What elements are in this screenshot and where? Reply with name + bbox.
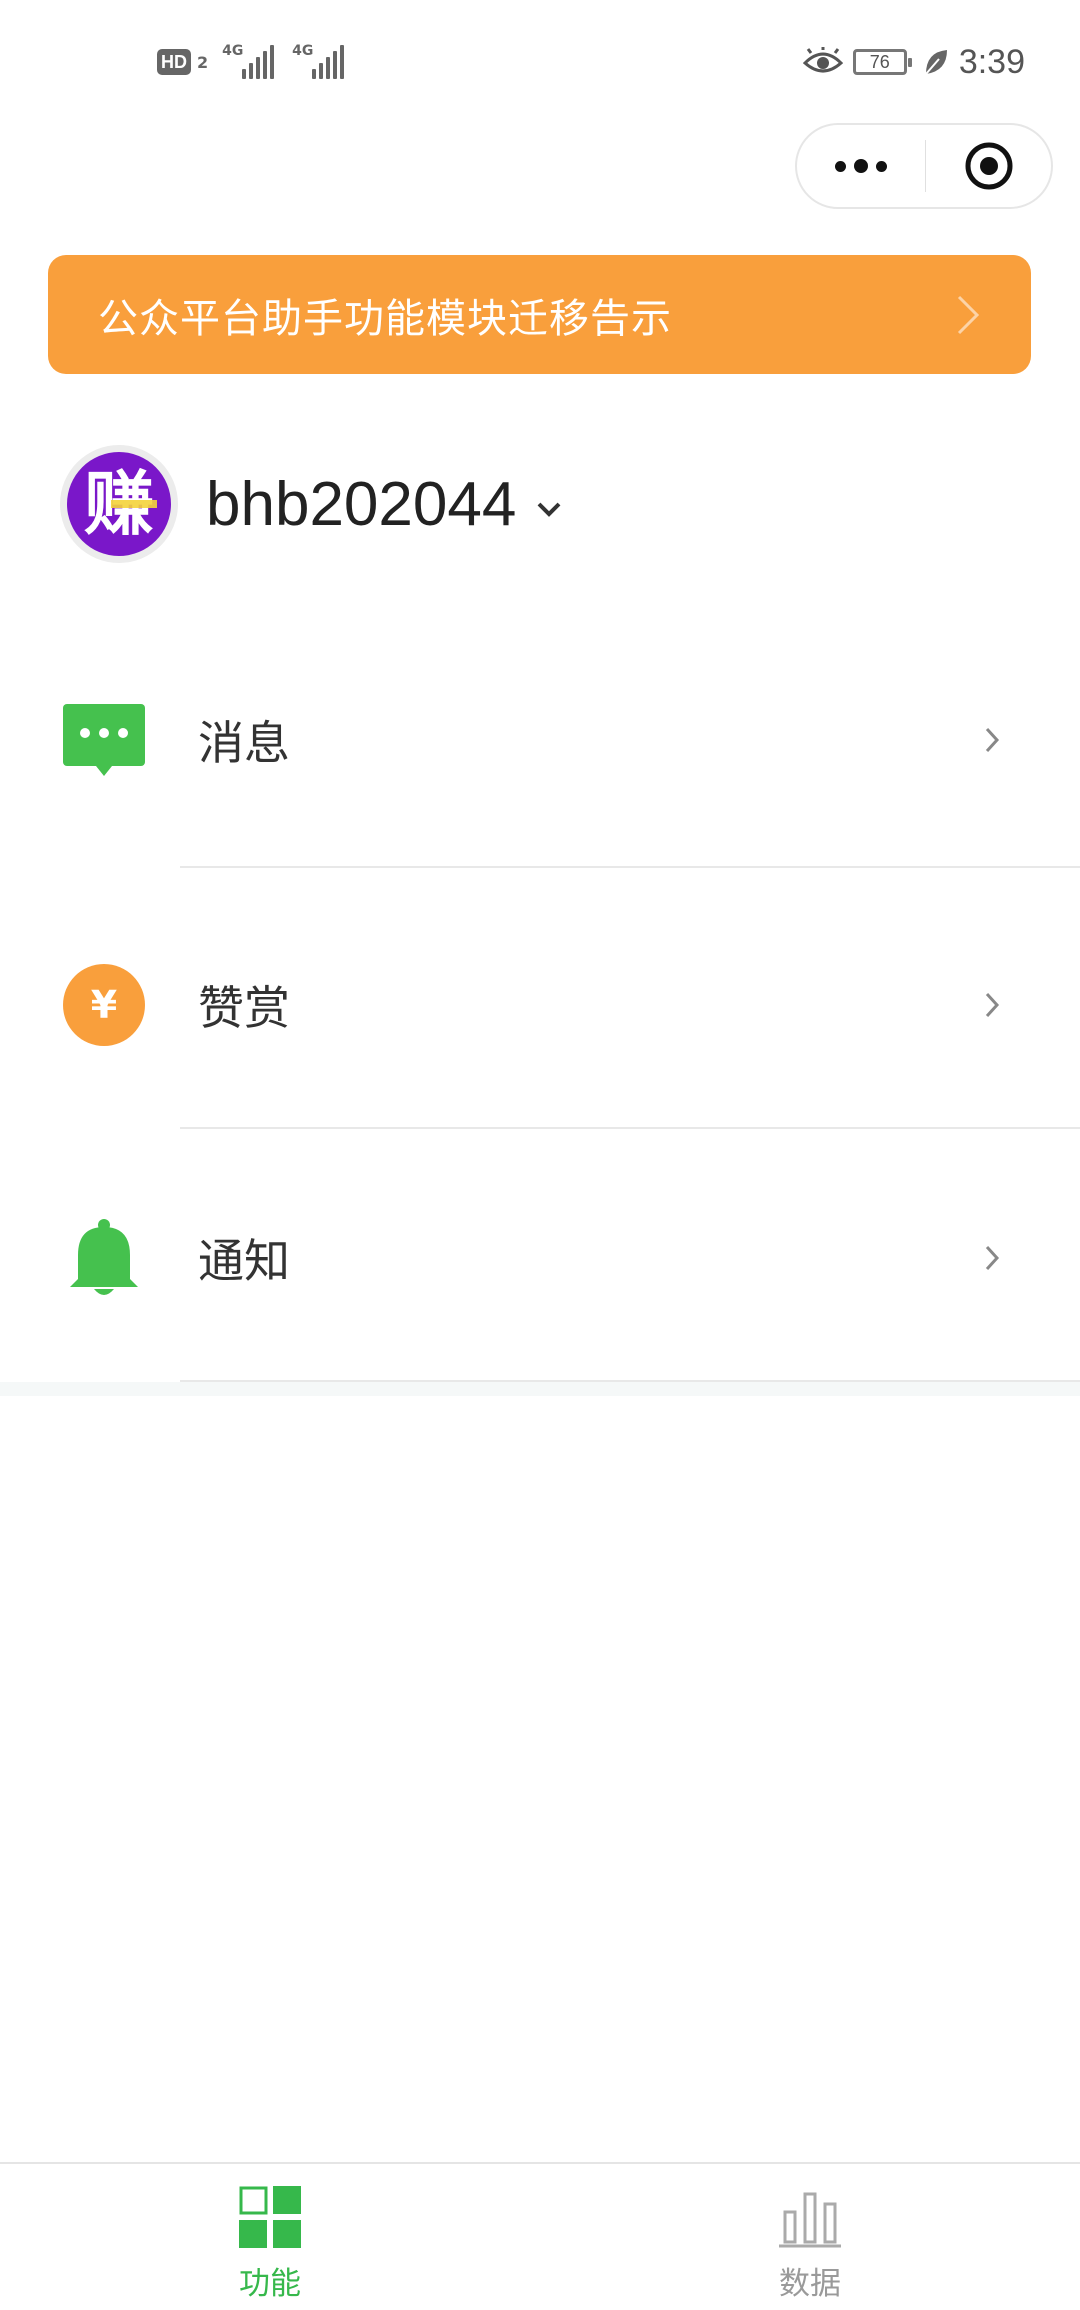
tab-data[interactable]: 数据 <box>710 2186 910 2303</box>
yen-coin-icon: ¥ <box>63 964 145 1046</box>
account-switcher[interactable]: 赚 bhb202044 <box>60 445 562 563</box>
status-left: HD 2 4G 4G <box>157 42 356 82</box>
tab-bar: 功能 数据 <box>0 2162 1080 2310</box>
menu-item-rewards[interactable]: ¥ 赞赏 <box>0 945 1080 1065</box>
section-footer <box>0 1382 1080 1396</box>
status-right: 76 3:39 <box>802 38 1025 86</box>
tab-functions[interactable]: 功能 <box>170 2186 370 2303</box>
signal-icon-2: 4G <box>292 43 345 79</box>
tab-label-data: 数据 <box>779 2266 841 2302</box>
svg-text:¥: ¥ <box>91 983 117 1027</box>
clock: 3:39 <box>958 42 1025 81</box>
chevron-right-icon <box>985 727 1000 753</box>
signal-icon: 4G <box>222 43 275 79</box>
menu-label-rewards: 赞赏 <box>198 981 290 1035</box>
avatar-image: 赚 <box>67 452 171 556</box>
chevron-down-icon <box>537 502 561 517</box>
divider <box>180 1127 1080 1129</box>
menu-label-notifications: 通知 <box>198 1234 290 1288</box>
account-name: bhb202044 <box>206 469 517 539</box>
bell-icon <box>63 1217 145 1299</box>
target-circle-icon[interactable] <box>926 125 1051 207</box>
avatar: 赚 <box>60 445 178 563</box>
menu-label-messages: 消息 <box>198 716 290 770</box>
network-type-2: 4G <box>292 43 314 59</box>
tab-label-functions: 功能 <box>239 2266 301 2302</box>
notice-text: 公众平台助手功能模块迁移告示 <box>98 295 672 342</box>
battery-level: 76 <box>869 51 890 72</box>
bar-chart-icon <box>779 2192 841 2248</box>
chevron-right-icon <box>985 992 1000 1018</box>
message-icon <box>63 699 145 781</box>
menu-item-messages[interactable]: 消息 <box>0 680 1080 800</box>
sim-number: 2 <box>197 52 209 72</box>
eye-icon <box>802 47 843 73</box>
hd-badge: HD <box>157 49 191 75</box>
notice-banner[interactable]: 公众平台助手功能模块迁移告示 <box>48 255 1031 374</box>
battery-icon: 76 <box>852 49 912 75</box>
menu-item-notifications[interactable]: 通知 <box>0 1198 1080 1318</box>
network-type-1: 4G <box>222 43 244 59</box>
leaf-icon <box>925 50 947 75</box>
capsule-menu <box>795 123 1053 209</box>
divider <box>180 866 1080 868</box>
more-dots-icon[interactable] <box>797 125 925 207</box>
chevron-right-icon <box>985 1245 1000 1271</box>
status-bar: HD 2 4G 4G 76 3:39 <box>0 0 1080 120</box>
grid-icon <box>239 2186 301 2248</box>
chevron-right-icon <box>957 295 980 335</box>
